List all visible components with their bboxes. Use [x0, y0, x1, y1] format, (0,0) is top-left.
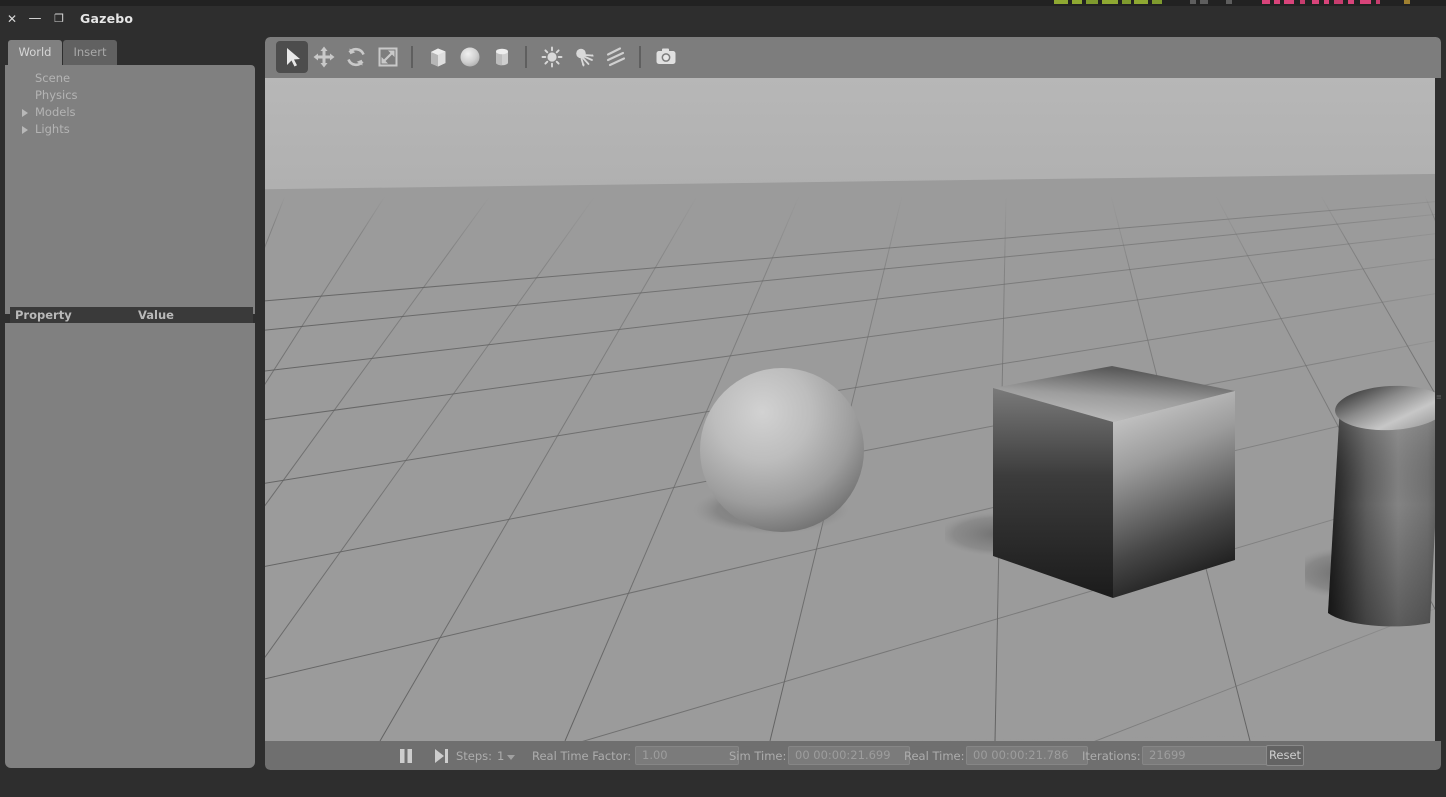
toolbar-separator — [525, 46, 527, 68]
scale-arrows-icon — [372, 41, 404, 73]
select-mode-button[interactable] — [276, 41, 308, 73]
toolbar-separator — [411, 46, 413, 68]
scene-object-cylinder[interactable] — [1305, 368, 1441, 658]
render-viewport[interactable]: ≡ — [265, 78, 1441, 741]
toolbar-separator — [639, 46, 641, 68]
tree-item-lights[interactable]: Lights — [5, 121, 255, 138]
box-icon — [422, 41, 454, 73]
insert-point-light-button[interactable] — [536, 41, 568, 73]
spot-light-icon — [568, 41, 600, 73]
chevron-right-icon[interactable] — [22, 109, 28, 117]
pause-icon — [397, 748, 415, 764]
tree-item-label: Physics — [35, 88, 78, 102]
directional-light-icon — [600, 41, 632, 73]
rotate-arrows-icon — [340, 41, 372, 73]
column-header-value: Value — [138, 308, 174, 322]
sim-time-field[interactable]: 00 00:00:21.699 — [788, 746, 910, 765]
real-time-factor-label: Real Time Factor: — [532, 749, 631, 763]
steps-label: Steps: — [456, 749, 492, 763]
tree-item-physics[interactable]: Physics — [5, 87, 255, 104]
column-header-property: Property — [15, 308, 72, 322]
camera-icon — [650, 41, 682, 73]
insert-cylinder-button[interactable] — [486, 41, 518, 73]
tree-item-label: Models — [35, 105, 76, 119]
step-forward-button[interactable] — [433, 748, 449, 768]
cursor-arrow-icon — [276, 41, 308, 73]
window-minimize-icon[interactable]: — — [26, 10, 44, 28]
insert-sphere-button[interactable] — [454, 41, 486, 73]
panel-tab-bar: World Insert — [5, 40, 255, 65]
left-panel: World Insert Scene Physics Models Lights… — [5, 40, 255, 768]
iterations-label: Iterations: — [1082, 749, 1141, 763]
viewport-right-splitter[interactable]: ≡ — [1435, 78, 1441, 741]
insert-directional-light-button[interactable] — [600, 41, 632, 73]
main-area: ≡ Steps: 1 Real Time Factor: 1.00 — [265, 37, 1441, 770]
simulation-status-bar: Steps: 1 Real Time Factor: 1.00 Sim Time… — [265, 741, 1441, 770]
scene-object-sphere[interactable] — [683, 358, 893, 543]
cylinder-icon — [486, 41, 518, 73]
scale-mode-button[interactable] — [372, 41, 404, 73]
rotate-mode-button[interactable] — [340, 41, 372, 73]
sim-time-label: Sim Time: — [729, 749, 786, 763]
world-tree: Scene Physics Models Lights — [5, 65, 255, 308]
scene-object-box[interactable] — [945, 356, 1265, 611]
splitter-grip-icon: ≡ — [1436, 396, 1440, 407]
tree-item-models[interactable]: Models — [5, 104, 255, 121]
property-table-body — [5, 323, 255, 768]
pause-button[interactable] — [397, 748, 415, 768]
title-bar: ✕ — ❐ Gazebo — [0, 6, 1446, 34]
iterations-field[interactable]: 21699 — [1142, 746, 1283, 765]
gazebo-window: ✕ — ❐ Gazebo World Insert Scene Physics … — [0, 0, 1446, 797]
chevron-right-icon[interactable] — [22, 126, 28, 134]
real-time-field[interactable]: 00 00:00:21.786 — [966, 746, 1088, 765]
steps-value[interactable]: 1 — [497, 749, 504, 763]
tab-insert[interactable]: Insert — [63, 40, 117, 65]
tree-item-label: Scene — [35, 71, 70, 85]
window-title: Gazebo — [80, 10, 133, 28]
viewport-toolbar — [265, 37, 1441, 78]
chevron-down-icon[interactable] — [507, 755, 515, 760]
move-arrows-icon — [308, 41, 340, 73]
real-time-factor-field[interactable]: 1.00 — [635, 746, 739, 765]
property-table-header: Property Value — [10, 307, 253, 323]
window-maximize-icon[interactable]: ❐ — [50, 10, 68, 28]
point-light-icon — [536, 41, 568, 73]
step-forward-icon — [433, 748, 449, 764]
screenshot-button[interactable] — [650, 41, 682, 73]
real-time-label: Real Time: — [904, 749, 964, 763]
sphere-icon — [454, 41, 486, 73]
reset-button[interactable]: Reset — [1266, 745, 1304, 766]
insert-spot-light-button[interactable] — [568, 41, 600, 73]
window-close-icon[interactable]: ✕ — [3, 10, 21, 28]
tab-world[interactable]: World — [8, 40, 62, 65]
translate-mode-button[interactable] — [308, 41, 340, 73]
tree-item-scene[interactable]: Scene — [5, 70, 255, 87]
tree-item-label: Lights — [35, 122, 70, 136]
insert-box-button[interactable] — [422, 41, 454, 73]
